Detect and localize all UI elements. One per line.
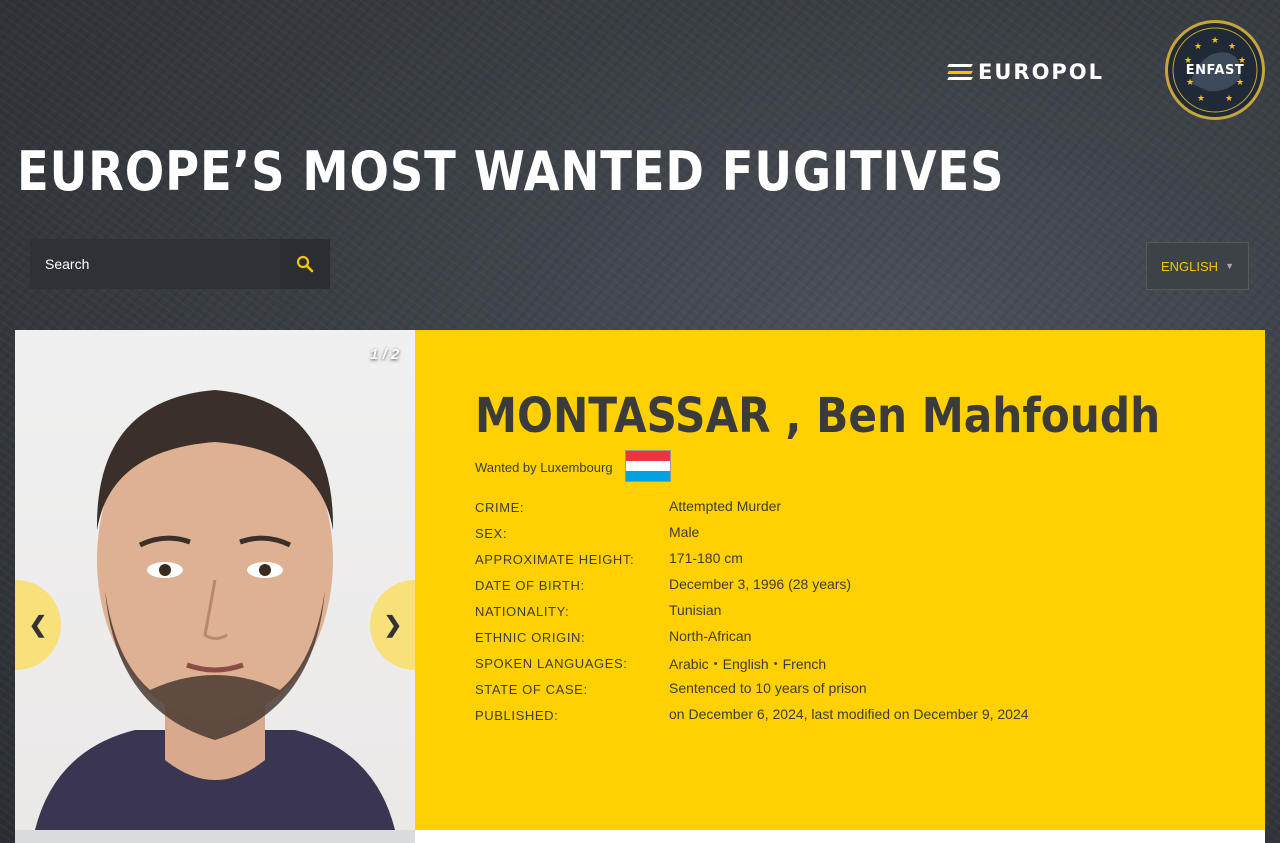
detail-label: DATE OF BIRTH:: [475, 578, 585, 593]
fugitive-card: 1 / 2 ❮ ❯ MONTASSAR , Ben Mahfoudh Wante…: [15, 330, 1265, 843]
svg-text:★: ★: [1211, 36, 1219, 46]
fugitive-portrait: [35, 390, 395, 830]
search-input[interactable]: [30, 239, 280, 289]
flag-stripe-red: [626, 451, 670, 461]
fugitive-info-panel: MONTASSAR , Ben Mahfoudh Wanted by Luxem…: [415, 330, 1265, 830]
europol-logo[interactable]: EUROPOL: [947, 60, 1124, 84]
detail-label: PUBLISHED:: [475, 708, 559, 723]
chevron-down-icon: ▼: [1225, 261, 1234, 271]
detail-value: December 3, 1996 (28 years): [669, 576, 852, 592]
language-select[interactable]: ENGLISH ▼: [1146, 242, 1249, 290]
svg-text:★: ★: [1236, 78, 1244, 88]
search-box: [30, 239, 330, 289]
enfast-logo-text: ENFAST: [1185, 62, 1245, 78]
info-strip: [415, 830, 1265, 843]
detail-value: on December 6, 2024, last modified on De…: [669, 706, 1029, 722]
search-icon: [296, 255, 314, 273]
detail-value: Sentenced to 10 years of prison: [669, 680, 867, 696]
luxembourg-flag-icon: [625, 450, 671, 482]
language-selected: ENGLISH: [1161, 258, 1219, 274]
detail-label: ETHNIC ORIGIN:: [475, 630, 586, 645]
fugitive-photo[interactable]: 1 / 2 ❮ ❯: [15, 330, 415, 830]
svg-text:★: ★: [1225, 94, 1233, 104]
svg-text:★: ★: [1228, 42, 1236, 52]
flag-stripe-white: [626, 461, 670, 471]
detail-label: SEX:: [475, 526, 508, 541]
wanted-by-label: Wanted by: [475, 460, 537, 475]
detail-row-crime: CRIME: Attempted Murder: [475, 498, 1029, 524]
detail-row-ethnic-origin: ETHNIC ORIGIN: North-African: [475, 628, 1029, 654]
detail-value: Arabic・English・French: [669, 656, 827, 672]
detail-label: STATE OF CASE:: [475, 682, 588, 697]
detail-value: Male: [669, 524, 700, 540]
detail-row-state-of-case: STATE OF CASE: Sentenced to 10 years of …: [475, 680, 1029, 706]
europol-logo-text: EUROPOL: [978, 60, 1105, 84]
fugitive-name: MONTASSAR , Ben Mahfoudh: [475, 388, 1161, 444]
svg-text:★: ★: [1197, 94, 1205, 104]
svg-text:★: ★: [1186, 78, 1194, 88]
detail-label: SPOKEN LANGUAGES:: [475, 656, 628, 671]
detail-row-nationality: NATIONALITY: Tunisian: [475, 602, 1029, 628]
enfast-logo[interactable]: ★ ★ ★ ★ ★ ★ ★ ★ ★ ENFAST: [1165, 20, 1265, 120]
flag-stripe-blue: [626, 471, 670, 481]
detail-row-date-of-birth: DATE OF BIRTH: December 3, 1996 (28 year…: [475, 576, 1029, 602]
detail-row-published: PUBLISHED: on December 6, 2024, last mod…: [475, 706, 1029, 732]
wanted-by: Wanted by Luxembourg: [475, 460, 613, 475]
wanted-by-country: Luxembourg: [540, 460, 613, 475]
detail-row-sex: SEX: Male: [475, 524, 1029, 550]
chevron-left-icon: ❮: [28, 612, 48, 637]
chevron-right-icon: ❯: [383, 612, 403, 637]
detail-value: Attempted Murder: [669, 498, 782, 514]
svg-text:★: ★: [1194, 42, 1202, 52]
detail-label: CRIME:: [475, 500, 525, 515]
photo-counter: 1 / 2: [370, 346, 400, 363]
search-button[interactable]: [280, 239, 330, 289]
detail-row-height: APPROXIMATE HEIGHT: 171-180 cm: [475, 550, 1029, 576]
detail-label: NATIONALITY:: [475, 604, 570, 619]
detail-value: 171-180 cm: [669, 550, 743, 566]
details-list: CRIME: Attempted Murder SEX: Male APPROX…: [475, 498, 1029, 732]
photo-strip: [15, 830, 415, 843]
detail-row-spoken-languages: SPOKEN LANGUAGES: Arabic・English・French: [475, 654, 1029, 680]
page-title: EUROPE’S MOST WANTED FUGITIVES: [17, 140, 1005, 203]
detail-value: North-African: [669, 628, 752, 644]
europol-stripes-icon: [947, 64, 973, 80]
detail-label: APPROXIMATE HEIGHT:: [475, 552, 635, 567]
detail-value: Tunisian: [669, 602, 722, 618]
